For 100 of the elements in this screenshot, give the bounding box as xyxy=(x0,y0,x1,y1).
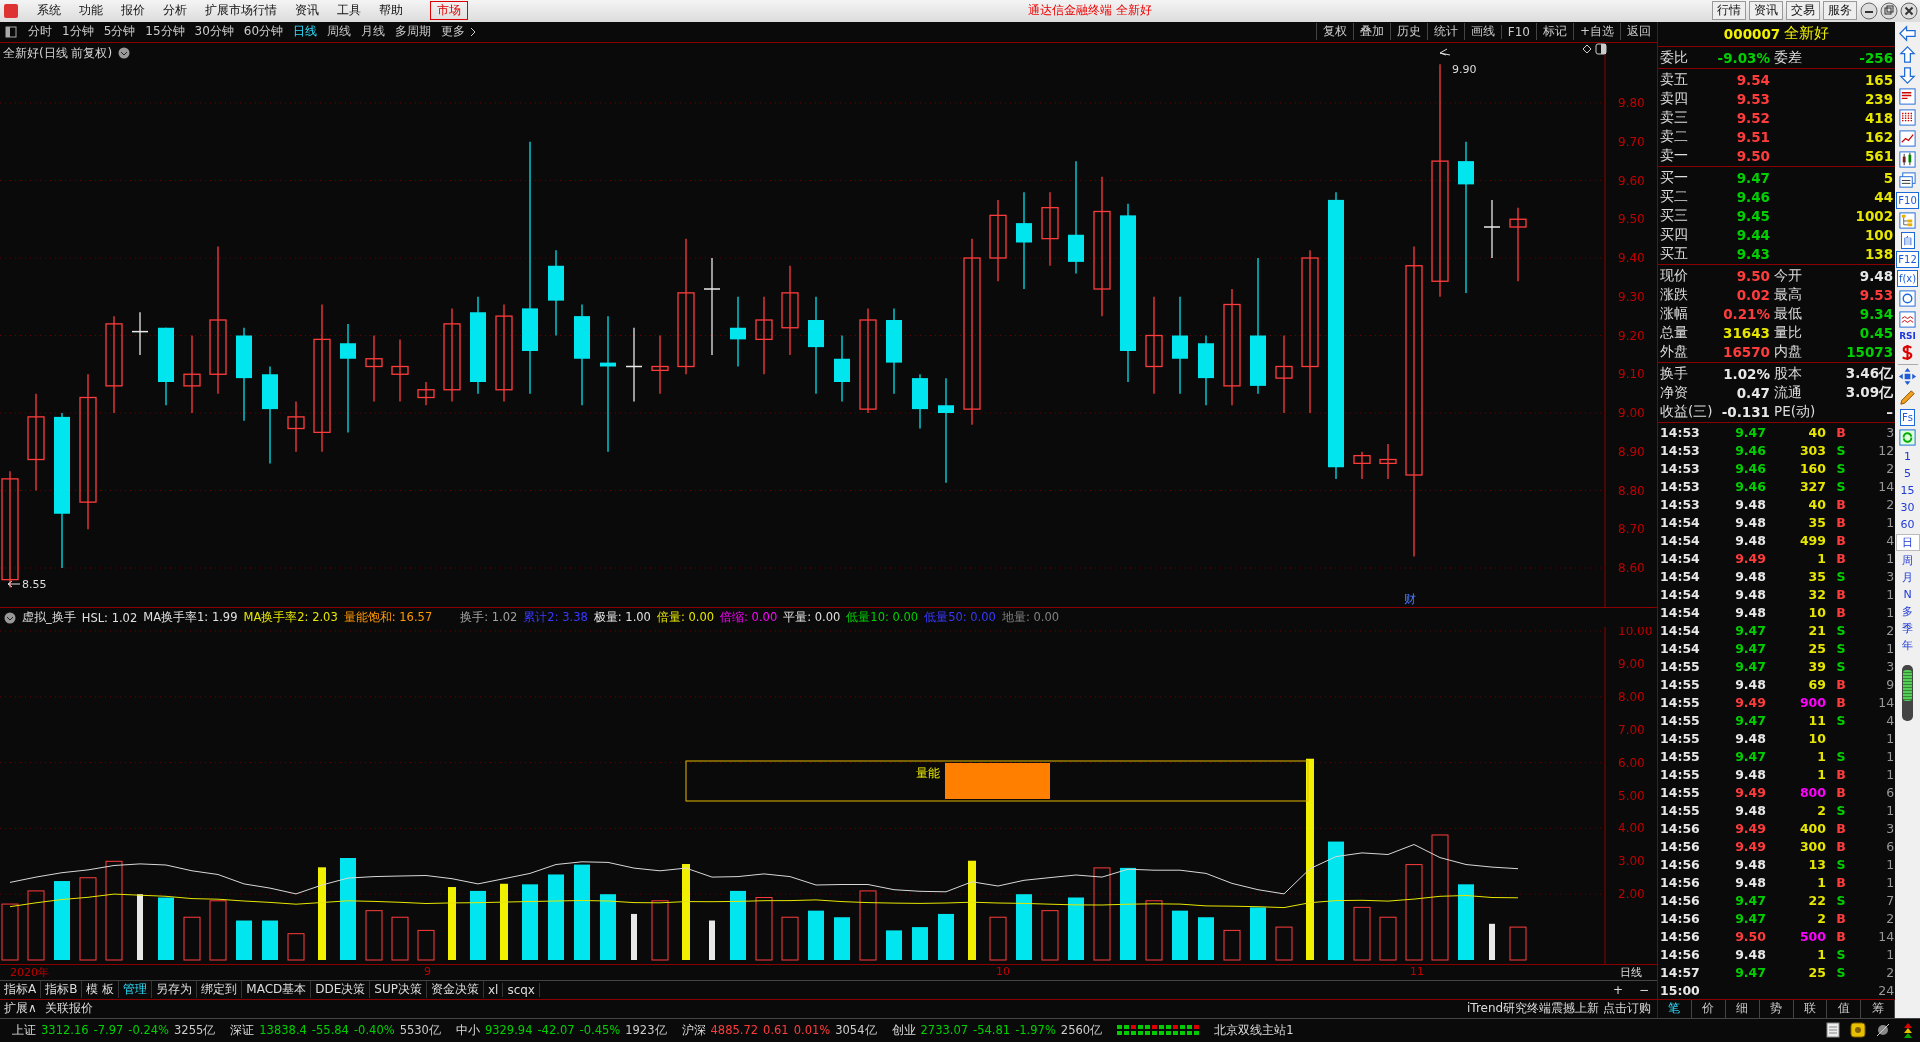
event-marker[interactable]: 财 xyxy=(1404,592,1416,607)
period-tab[interactable]: 1分钟 xyxy=(57,23,99,41)
top-button[interactable]: 服务 xyxy=(1823,1,1857,21)
down-arrow-icon[interactable] xyxy=(1898,65,1918,85)
period-button[interactable]: 5 xyxy=(1896,465,1919,481)
shortcut-button[interactable]: 自 xyxy=(1900,231,1915,249)
restore-icon[interactable] xyxy=(1880,1,1898,20)
toolbar-button[interactable]: 叠加 xyxy=(1352,23,1390,41)
top-button[interactable]: 交易 xyxy=(1786,1,1820,21)
period-tab[interactable]: 日线 xyxy=(288,23,323,41)
period-button[interactable]: 季 xyxy=(1896,620,1919,636)
toolbar-button[interactable]: +自选 xyxy=(1572,23,1620,41)
table-icon[interactable] xyxy=(1898,107,1918,127)
indicator-tab[interactable]: 另存为 xyxy=(152,981,198,999)
trade-tab[interactable]: 势 xyxy=(1759,1000,1794,1018)
indicator-tab[interactable]: MACD基本 xyxy=(242,981,312,999)
extension-tab[interactable]: 关联报价 xyxy=(40,1000,97,1018)
top-button[interactable]: 资讯 xyxy=(1749,1,1783,21)
trade-tab[interactable]: 价 xyxy=(1691,1000,1726,1018)
diamond-icon[interactable] xyxy=(1582,44,1592,54)
toolbar-button[interactable]: 复权 xyxy=(1315,23,1353,41)
market-menu-item[interactable]: 市场 xyxy=(430,1,468,21)
dropdown-icon[interactable] xyxy=(118,47,130,60)
toolbar-button[interactable]: 统计 xyxy=(1426,23,1464,41)
toolbar-button[interactable]: 历史 xyxy=(1389,23,1427,41)
period-tab[interactable]: 15分钟 xyxy=(140,23,190,41)
menu-item[interactable]: 资讯 xyxy=(286,2,328,20)
period-button[interactable]: 1 xyxy=(1896,448,1919,464)
period-button[interactable]: 60 xyxy=(1896,516,1919,532)
indicator-tab[interactable]: 指标A xyxy=(0,981,42,999)
shortcut-button[interactable]: f(x) xyxy=(1896,269,1919,287)
menu-item[interactable]: 扩展市场行情 xyxy=(196,2,286,20)
pencil-icon[interactable] xyxy=(1898,387,1918,407)
panel-toggle-icon[interactable] xyxy=(5,25,17,38)
back-arrow-icon[interactable] xyxy=(1898,23,1918,43)
more-button[interactable]: 更多 xyxy=(436,23,471,41)
menu-item[interactable]: 工具 xyxy=(328,2,370,20)
promo-link[interactable]: iTrend研究终端震撼上新 点击订购 xyxy=(1467,1000,1657,1018)
period-tab[interactable]: 周线 xyxy=(322,23,357,41)
menu-item[interactable]: 系统 xyxy=(28,2,70,20)
move-icon[interactable] xyxy=(1898,366,1918,386)
window-icon[interactable] xyxy=(1595,43,1607,55)
tree-icon[interactable] xyxy=(1898,210,1918,230)
trade-tab[interactable]: 联 xyxy=(1793,1000,1828,1018)
line-chart-icon[interactable] xyxy=(1898,128,1918,148)
zoom-button[interactable]: + xyxy=(1604,983,1631,997)
trade-tab[interactable]: 笔 xyxy=(1658,1000,1692,1018)
toolbar-button[interactable]: 画线 xyxy=(1463,23,1501,41)
extension-tab[interactable]: 扩展∧ xyxy=(0,1000,41,1018)
shortcut-button[interactable]: RSI xyxy=(1899,330,1916,341)
indicator-tab[interactable]: DDE决策 xyxy=(311,981,371,999)
coin-icon[interactable] xyxy=(1850,1022,1866,1039)
shortcut-button[interactable]: F12 xyxy=(1896,250,1919,268)
period-button[interactable]: 月 xyxy=(1896,569,1919,585)
period-button[interactable]: 多 xyxy=(1896,603,1919,619)
period-button[interactable]: 周 xyxy=(1896,552,1919,568)
minimize-icon[interactable] xyxy=(1860,1,1878,20)
period-button[interactable]: 15 xyxy=(1896,482,1919,498)
report-icon[interactable] xyxy=(1898,86,1918,106)
shortcut-button[interactable]: Fs xyxy=(1900,408,1916,426)
satellite-icon[interactable] xyxy=(1875,1022,1891,1039)
indicator-tab[interactable]: 管理 xyxy=(119,981,153,999)
close-icon[interactable] xyxy=(1900,1,1918,20)
top-button[interactable]: 行情 xyxy=(1712,1,1746,21)
up-arrow-icon[interactable] xyxy=(1898,44,1918,64)
trade-tab[interactable]: 细 xyxy=(1725,1000,1760,1018)
indicator-tab[interactable]: xl xyxy=(483,983,504,997)
refresh-icon[interactable] xyxy=(1898,427,1918,447)
period-tab[interactable]: 30分钟 xyxy=(189,23,239,41)
indicator-tab[interactable]: scqx xyxy=(503,983,540,997)
indicator-tab[interactable]: 模 板 xyxy=(82,981,120,999)
period-tab[interactable]: 5分钟 xyxy=(98,23,141,41)
period-tab[interactable]: 分时 xyxy=(23,23,57,41)
toolbar-button[interactable]: 标记 xyxy=(1535,23,1573,41)
zoom-button[interactable]: − xyxy=(1630,983,1657,997)
wave-chart-icon[interactable] xyxy=(1898,309,1918,329)
shortcut-button[interactable]: F10 xyxy=(1896,191,1919,209)
period-button[interactable]: 30 xyxy=(1896,499,1919,515)
period-button[interactable]: 年 xyxy=(1896,637,1919,653)
windows-icon[interactable] xyxy=(1898,170,1918,190)
period-button[interactable]: N xyxy=(1896,586,1919,602)
document-icon[interactable] xyxy=(1825,1022,1841,1039)
indicator-tab[interactable]: 指标B xyxy=(41,981,83,999)
period-tab[interactable]: 60分钟 xyxy=(238,23,289,41)
indicator-tab[interactable]: 资金决策 xyxy=(426,981,484,999)
period-button[interactable]: 日 xyxy=(1895,533,1920,551)
period-tab[interactable]: 多周期 xyxy=(390,23,437,41)
period-tab[interactable]: 月线 xyxy=(356,23,391,41)
candlestick-icon[interactable] xyxy=(1898,149,1918,169)
trade-tab[interactable]: 值 xyxy=(1827,1000,1862,1018)
indicator-tab[interactable]: SUP决策 xyxy=(370,981,427,999)
menu-item[interactable]: 帮助 xyxy=(370,2,412,20)
toolbar-button[interactable]: F10 xyxy=(1500,24,1536,39)
dropdown-icon[interactable] xyxy=(4,611,16,624)
toolbar-button[interactable]: 返回 xyxy=(1620,23,1657,41)
scrollbar[interactable] xyxy=(1902,664,1914,721)
menu-item[interactable]: 分析 xyxy=(154,2,196,20)
menu-item[interactable]: 功能 xyxy=(70,2,112,20)
indicator-tab[interactable]: 绑定到 xyxy=(197,981,243,999)
menu-item[interactable]: 报价 xyxy=(112,2,154,20)
